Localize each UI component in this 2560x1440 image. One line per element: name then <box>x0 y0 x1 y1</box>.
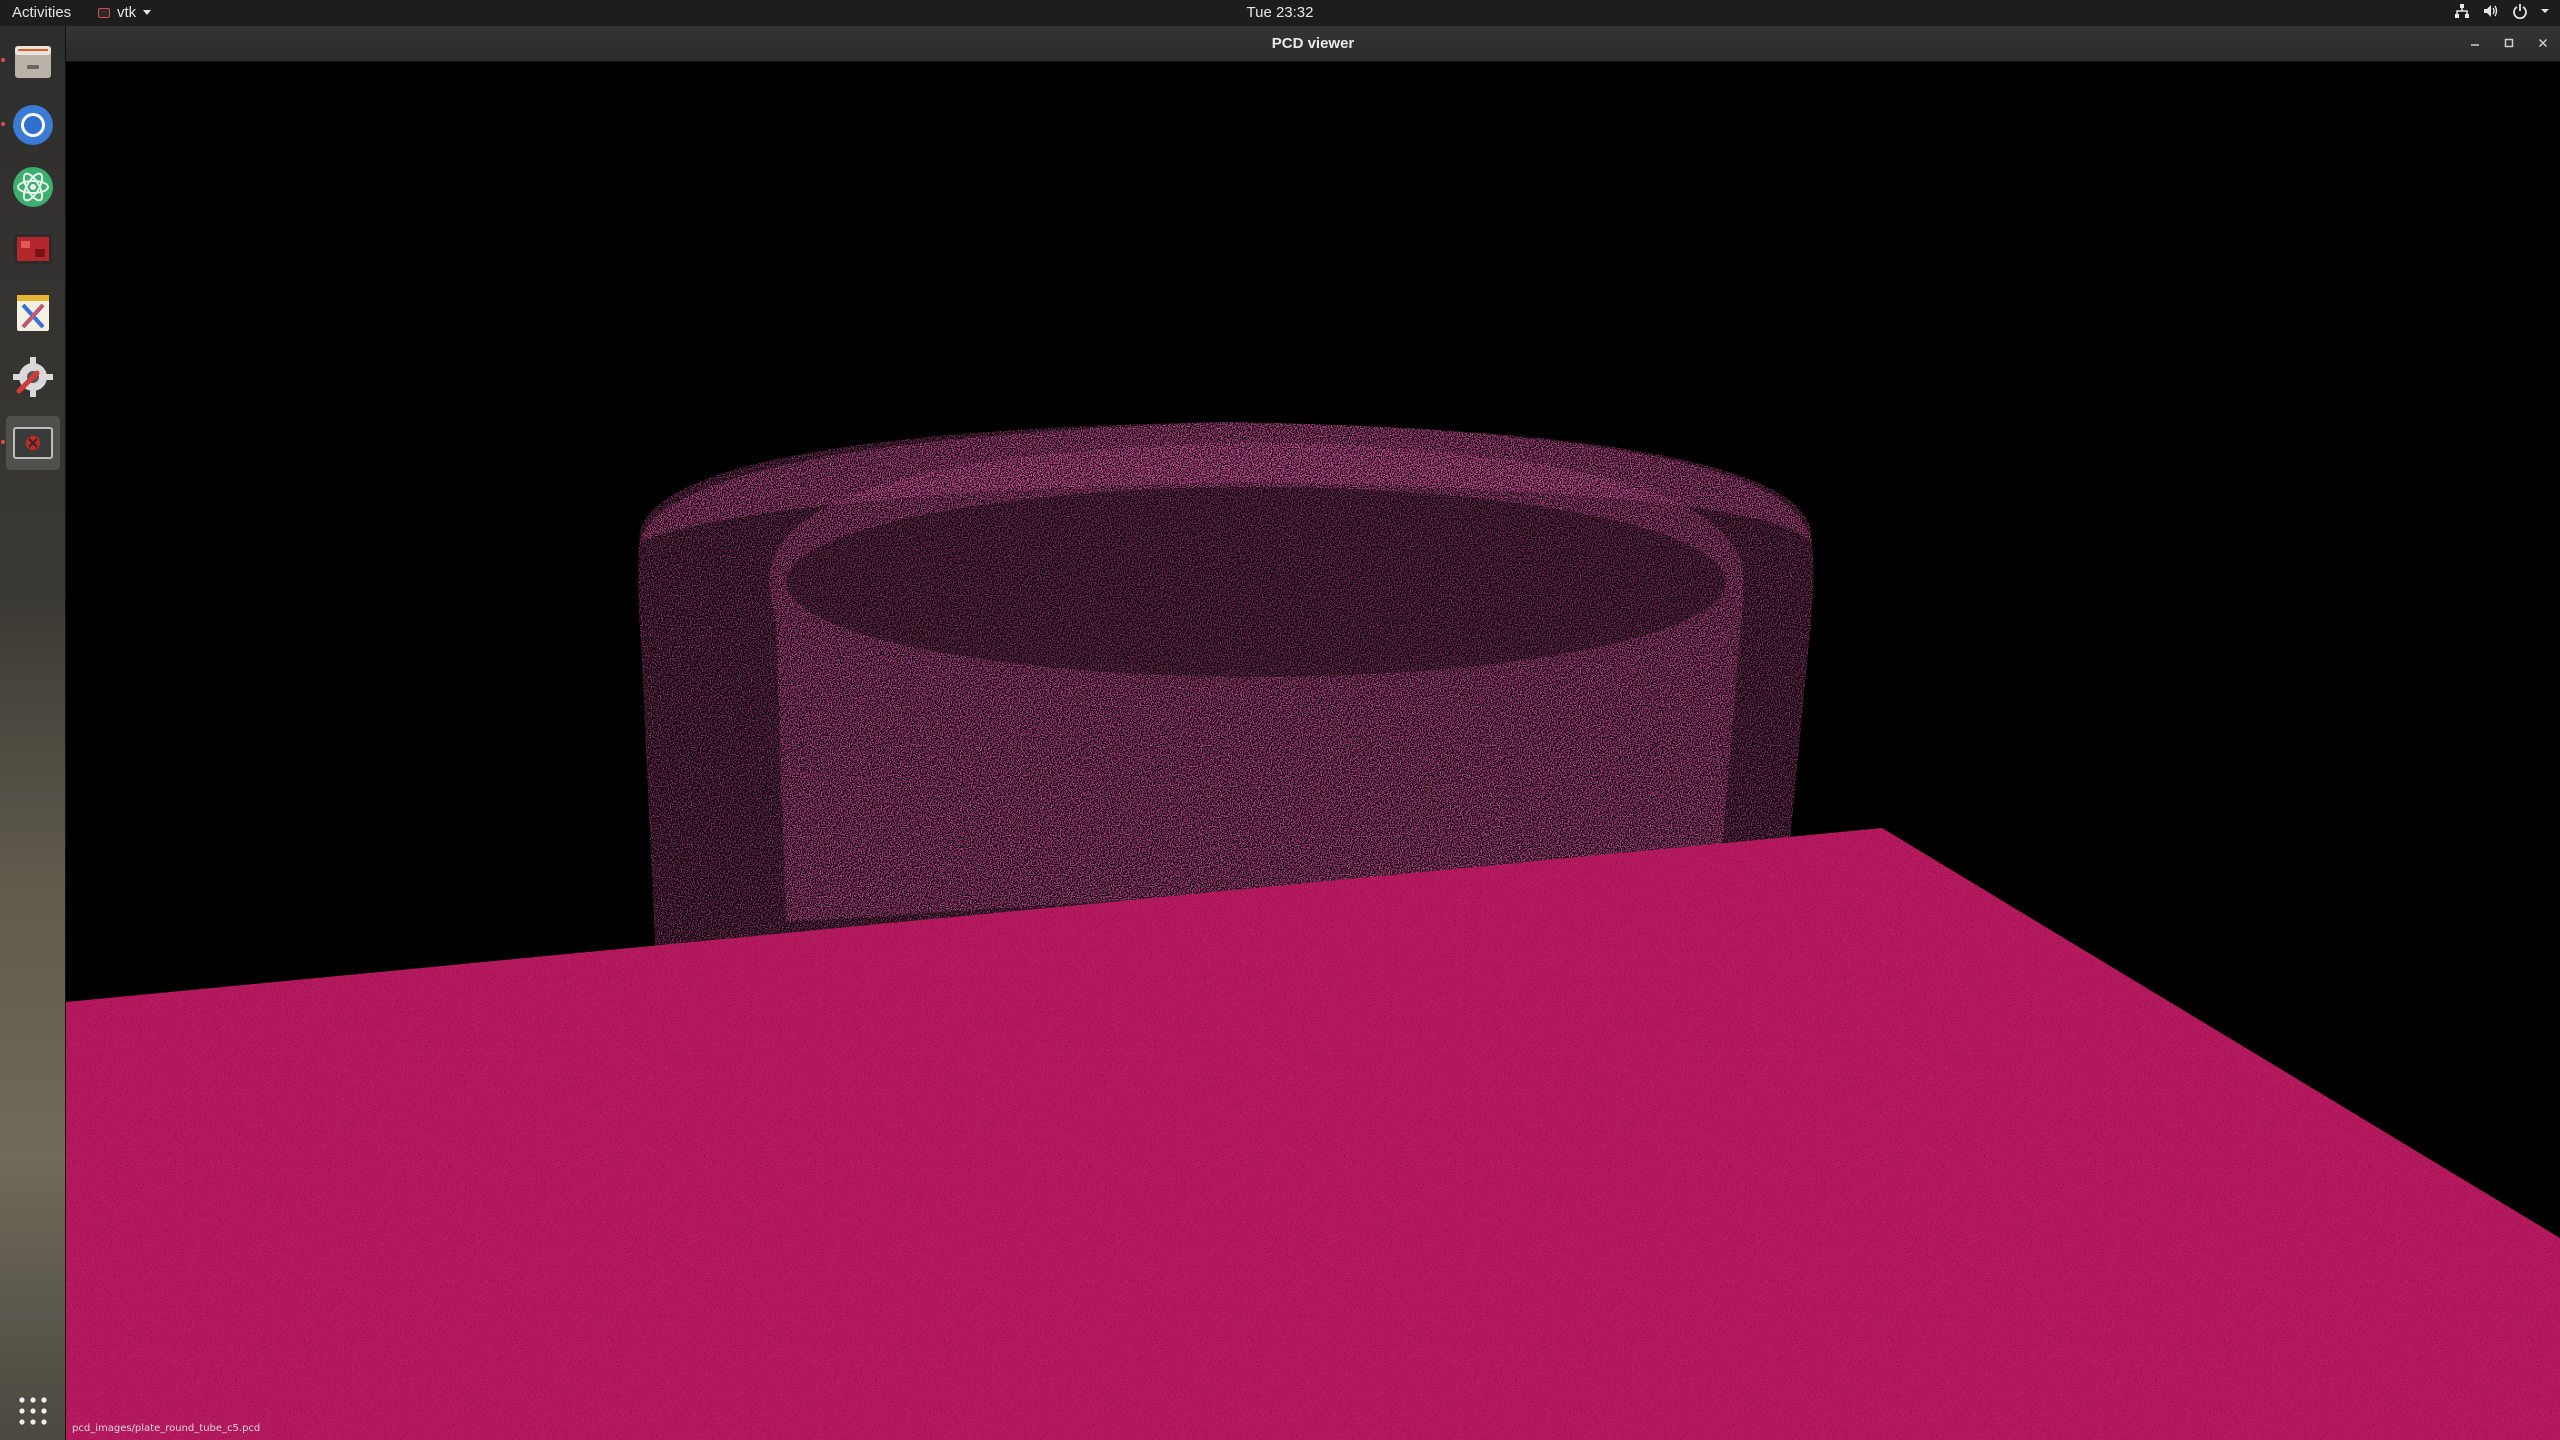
maximize-icon <box>2504 38 2514 48</box>
dock-item-atom[interactable] <box>6 160 60 214</box>
plate-surface <box>66 828 2560 1440</box>
tube-inner-wall <box>769 442 1744 922</box>
atom-icon <box>13 167 53 207</box>
vtk-app-icon <box>98 7 110 18</box>
vtk-window-icon <box>13 427 53 459</box>
window-titlebar[interactable]: PCD viewer <box>66 26 2560 62</box>
point-cloud-viewport[interactable]: pcd_images/plate_round_tube_c5.pcd <box>66 62 2560 1440</box>
dock-item-files[interactable] <box>1 34 60 88</box>
dock-item-text-editor[interactable] <box>6 286 60 340</box>
files-icon <box>15 46 51 78</box>
chevron-down-icon <box>2540 3 2550 19</box>
dock-item-vtk-window[interactable] <box>1 416 60 470</box>
dock-item-chromium[interactable] <box>1 98 60 152</box>
app-menu[interactable]: vtk <box>98 4 152 21</box>
pcd-viewer-window: PCD viewer pcd_images/plate_round_tube_c… <box>66 26 2560 1440</box>
point-cloud-render <box>66 422 2560 1440</box>
volume-icon <box>2482 3 2500 19</box>
window-title: PCD viewer <box>1271 35 1355 52</box>
power-icon <box>2512 3 2528 19</box>
activities-button[interactable]: Activities <box>12 4 71 21</box>
text-editor-icon <box>17 295 49 331</box>
chevron-down-icon <box>143 10 152 15</box>
network-icon <box>2454 3 2470 19</box>
app-menu-label: vtk <box>117 4 137 21</box>
system-tray[interactable] <box>2454 3 2550 19</box>
dock <box>0 26 66 1440</box>
show-applications-button[interactable] <box>6 1386 60 1436</box>
close-button[interactable] <box>2534 34 2552 52</box>
running-indicator <box>1 122 5 126</box>
clock[interactable]: Tue 23:32 <box>1247 4 1314 21</box>
running-indicator <box>1 440 5 444</box>
dock-item-settings[interactable] <box>6 350 60 404</box>
top-bar: Activities vtk Tue 23:32 <box>0 0 2560 26</box>
running-indicator <box>1 58 5 62</box>
window-controls <box>2466 34 2552 52</box>
video-icon <box>14 234 52 264</box>
chromium-icon <box>13 105 53 145</box>
dock-item-video[interactable] <box>6 222 60 276</box>
loaded-file-path: pcd_images/plate_round_tube_c5.pcd <box>72 1423 261 1434</box>
maximize-button[interactable] <box>2500 34 2518 52</box>
settings-icon <box>13 357 53 397</box>
minimize-button[interactable] <box>2466 34 2484 52</box>
minimize-icon <box>2471 44 2479 46</box>
close-icon <box>2538 38 2548 48</box>
show-applications-icon <box>19 1397 47 1425</box>
